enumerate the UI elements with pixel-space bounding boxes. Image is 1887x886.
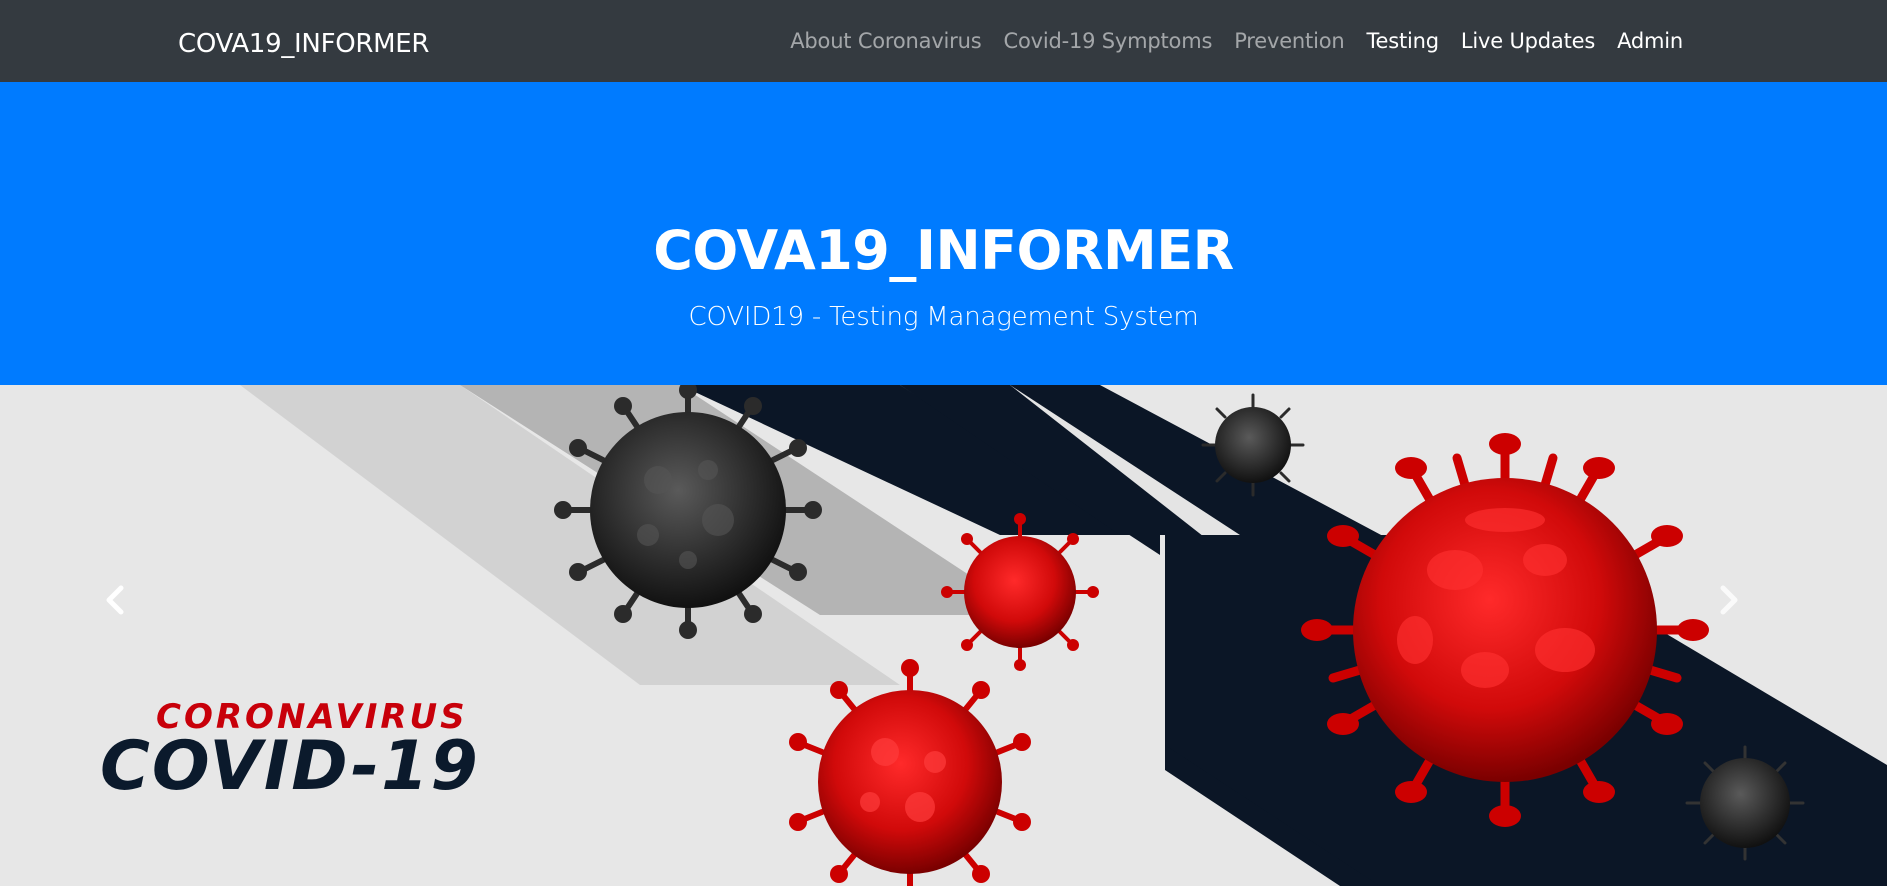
hero-jumbotron: COVA19_INFORMER COVID19 - Testing Manage… xyxy=(0,82,1887,385)
nav-about-coronavirus[interactable]: About Coronavirus xyxy=(779,0,992,85)
nav-admin[interactable]: Admin xyxy=(1606,0,1694,85)
nav-testing[interactable]: Testing xyxy=(1355,0,1449,85)
virus-dark-small-top xyxy=(1201,393,1305,497)
covid-banner-text: CORONAVIRUS COVID-19 xyxy=(100,697,620,800)
image-carousel: CORONAVIRUS COVID-19 xyxy=(0,385,1887,886)
hero-subtitle: COVID19 - Testing Management System xyxy=(688,302,1199,332)
chevron-left-icon xyxy=(106,585,124,615)
chevron-right-icon xyxy=(1720,585,1738,615)
virus-red-small-top xyxy=(941,513,1099,671)
nav-links: About Coronavirus Covid-19 Symptoms Prev… xyxy=(779,0,1694,82)
carousel-next-button[interactable] xyxy=(1718,585,1778,665)
covid-banner-image xyxy=(0,385,1887,886)
carousel-prev-button[interactable] xyxy=(104,585,164,665)
top-navbar: COVA19_INFORMER About Coronavirus Covid-… xyxy=(0,0,1887,82)
brand-link[interactable]: COVA19_INFORMER xyxy=(178,0,429,82)
nav-covid-symptoms[interactable]: Covid-19 Symptoms xyxy=(992,0,1223,85)
nav-live-updates[interactable]: Live Updates xyxy=(1450,0,1606,85)
virus-dark-small-bottom xyxy=(1685,745,1805,861)
banner-line2: COVID-19 xyxy=(100,727,480,806)
nav-prevention[interactable]: Prevention xyxy=(1223,0,1355,85)
hero-title: COVA19_INFORMER xyxy=(653,219,1234,282)
